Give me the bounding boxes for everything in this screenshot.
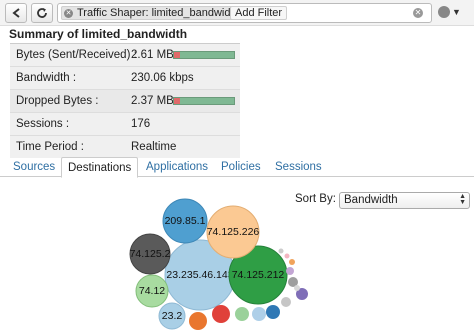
summary-label: Bandwidth : — [16, 72, 77, 84]
tab-sources[interactable]: Sources — [7, 157, 61, 177]
bubble-label: 23.235.46.143 — [166, 269, 233, 281]
bubble-label: 74.12 — [139, 285, 165, 297]
bubble[interactable]: 209.85.1 — [162, 198, 208, 244]
bubble[interactable]: 74.125.226 — [206, 205, 260, 259]
refresh-icon — [37, 8, 47, 18]
bubble[interactable] — [278, 248, 284, 254]
bubble[interactable] — [286, 267, 294, 275]
bytes-bar — [173, 51, 235, 59]
options-icon[interactable] — [438, 6, 450, 18]
summary-row-bandwidth: Bandwidth : 230.06 kbps — [10, 66, 240, 89]
summary-value: 2.61 MB — [131, 49, 174, 61]
bubble-label: 74.125.226 — [207, 226, 260, 238]
bubble[interactable] — [212, 305, 230, 323]
bubble-label: 23.2 — [162, 310, 183, 322]
bytes-bar-sent — [174, 52, 180, 58]
bubble-label: 74.125.2 — [130, 248, 171, 260]
tab-policies[interactable]: Policies — [215, 157, 267, 177]
summary-row-time-period: Time Period : Realtime — [10, 135, 240, 158]
remove-filter-icon[interactable]: ✕ — [64, 8, 73, 18]
summary-value: 176 — [131, 118, 151, 130]
destinations-bubble-chart: 23.235.46.143 74.125.212 74.125.226 209.… — [129, 198, 308, 330]
bubble[interactable]: 74.12 — [135, 274, 169, 308]
tab-bar: Sources Destinations Applications Polici… — [0, 157, 474, 178]
bubble-label: 209.85.1 — [165, 215, 206, 227]
tab-applications[interactable]: Applications — [140, 157, 214, 177]
bubble[interactable] — [289, 259, 295, 265]
bubble[interactable] — [189, 312, 207, 330]
bubble[interactable] — [284, 253, 290, 259]
bubble[interactable] — [266, 305, 280, 319]
bubble[interactable] — [252, 307, 266, 321]
back-button[interactable] — [5, 3, 27, 23]
summary-value: Realtime — [131, 141, 177, 153]
summary-row-bytes: Bytes (Sent/Received) : 2.61 MB — [10, 43, 240, 66]
summary-table: Bytes (Sent/Received) : 2.61 MB Bandwidt… — [10, 43, 240, 158]
summary-label: Time Period : — [16, 141, 84, 153]
tab-sessions[interactable]: Sessions — [269, 157, 328, 177]
summary-value: 230.06 kbps — [131, 72, 194, 84]
filter-chip-label: Traffic Shaper: limited_bandwidth — [77, 7, 240, 19]
bubble[interactable]: 23.2 — [158, 302, 186, 330]
chevron-down-icon[interactable]: ▼ — [452, 7, 461, 17]
bubble[interactable] — [281, 297, 291, 307]
summary-row-dropped: Dropped Bytes : 2.37 MB — [10, 89, 240, 112]
filter-chip[interactable]: ✕ Traffic Shaper: limited_bandwidth — [61, 6, 245, 20]
refresh-button[interactable] — [31, 3, 53, 23]
bubble[interactable] — [235, 307, 249, 321]
summary-row-sessions: Sessions : 176 — [10, 112, 240, 135]
dropped-bar-sent — [174, 98, 180, 104]
summary-value: 2.37 MB — [131, 95, 174, 107]
filter-search-box[interactable]: ✕ Traffic Shaper: limited_bandwidth Add … — [57, 3, 432, 23]
clear-search-icon[interactable]: ✕ — [413, 8, 423, 18]
summary-label: Sessions : — [16, 118, 70, 130]
add-filter-button[interactable]: Add Filter — [230, 6, 288, 20]
summary-title: Summary of limited_bandwidth — [9, 27, 188, 41]
summary-label: Bytes (Sent/Received) : — [16, 49, 137, 61]
dropped-bar — [173, 97, 235, 105]
bubble[interactable] — [294, 285, 300, 291]
toolbar: ✕ Traffic Shaper: limited_bandwidth Add … — [0, 0, 474, 26]
back-arrow-icon — [12, 8, 20, 18]
tab-destinations[interactable]: Destinations — [61, 157, 139, 178]
bubble-label: 74.125.212 — [232, 269, 285, 281]
bubble[interactable]: 74.125.2 — [129, 233, 171, 275]
summary-label: Dropped Bytes : — [16, 95, 99, 107]
